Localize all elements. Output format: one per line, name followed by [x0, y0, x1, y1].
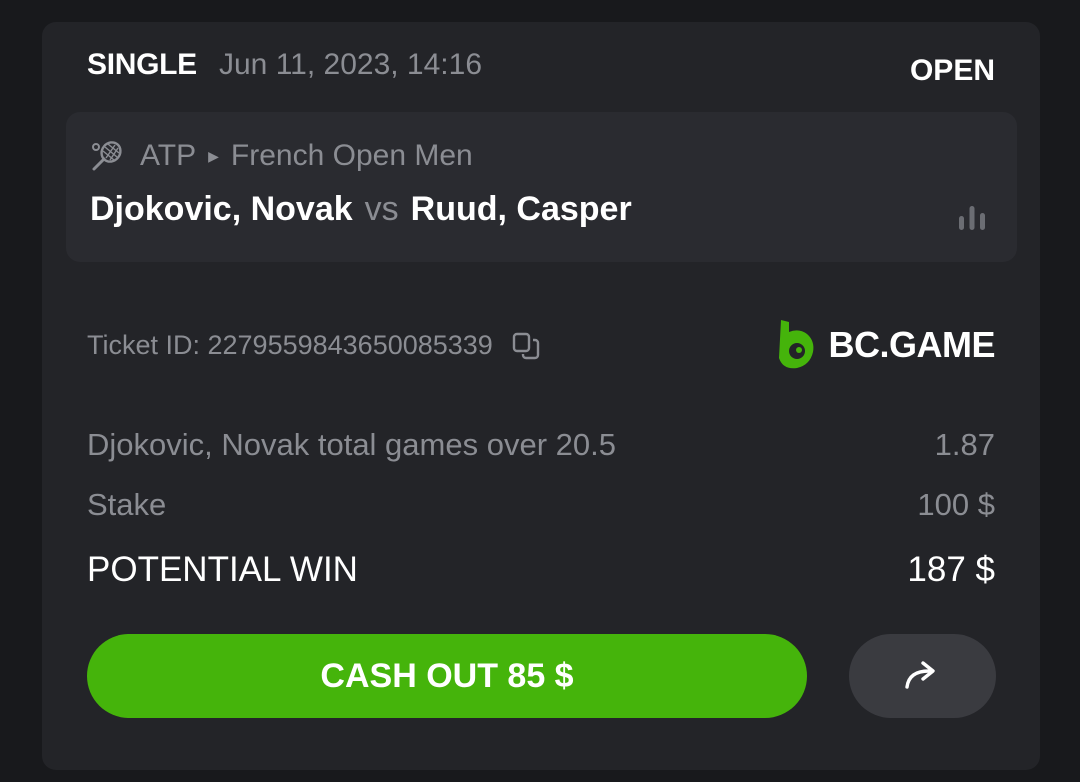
cash-out-button[interactable]: CASH OUT 85 $ [87, 634, 807, 718]
brand-logo: BC.GAME [775, 318, 996, 372]
bet-date: Jun 11, 2023, 14:16 [219, 48, 482, 81]
ticket-id: Ticket ID: 2279559843650085339 [87, 330, 541, 361]
ticket-row: Ticket ID: 2279559843650085339 BC.GAME [87, 320, 995, 372]
stake-row: Stake 100 $ [87, 487, 995, 527]
bc-game-logo-icon [778, 320, 813, 369]
league-name[interactable]: ATP [140, 139, 196, 173]
selection-odds: 1.87 [934, 427, 995, 462]
potential-win-value: 187 $ [907, 550, 995, 589]
tournament-name[interactable]: French Open Men [231, 139, 473, 173]
bet-header: SINGLE Jun 11, 2023, 14:16 OPEN [87, 46, 995, 87]
vs-label: vs [364, 190, 399, 228]
bet-status-badge: OPEN [909, 54, 995, 87]
share-button[interactable] [849, 634, 996, 718]
share-arrow-icon [904, 661, 935, 689]
bet-slip-card: SINGLE Jun 11, 2023, 14:16 OPEN ATP ▶ Fr… [42, 22, 1040, 770]
potential-win-label: POTENTIAL WIN [87, 550, 358, 589]
brand-name: BC.GAME [828, 324, 996, 365]
copy-icon[interactable] [511, 331, 541, 361]
team-away: Ruud, Casper [410, 190, 632, 228]
bar-chart-icon[interactable] [957, 204, 987, 232]
bet-type-label: SINGLE [87, 48, 197, 81]
selection-row: Djokovic, Novak total games over 20.5 1.… [87, 427, 995, 467]
selection-market: Djokovic, Novak total games over 20.5 [87, 427, 616, 462]
stake-label: Stake [87, 487, 167, 522]
potential-win-row: POTENTIAL WIN 187 $ [87, 550, 995, 590]
league-breadcrumb: ATP ▶ French Open Men [90, 134, 473, 178]
match-teams: Djokovic, Novak vs Ruud, Casper [90, 190, 632, 229]
ticket-id-text: Ticket ID: 2279559843650085339 [87, 330, 493, 360]
team-home: Djokovic, Novak [90, 190, 353, 228]
tennis-racket-icon [92, 141, 122, 171]
event-panel[interactable]: ATP ▶ French Open Men Djokovic, Novak vs… [66, 112, 1017, 262]
stake-value: 100 $ [917, 487, 995, 522]
chevron-right-icon: ▶ [208, 147, 219, 164]
